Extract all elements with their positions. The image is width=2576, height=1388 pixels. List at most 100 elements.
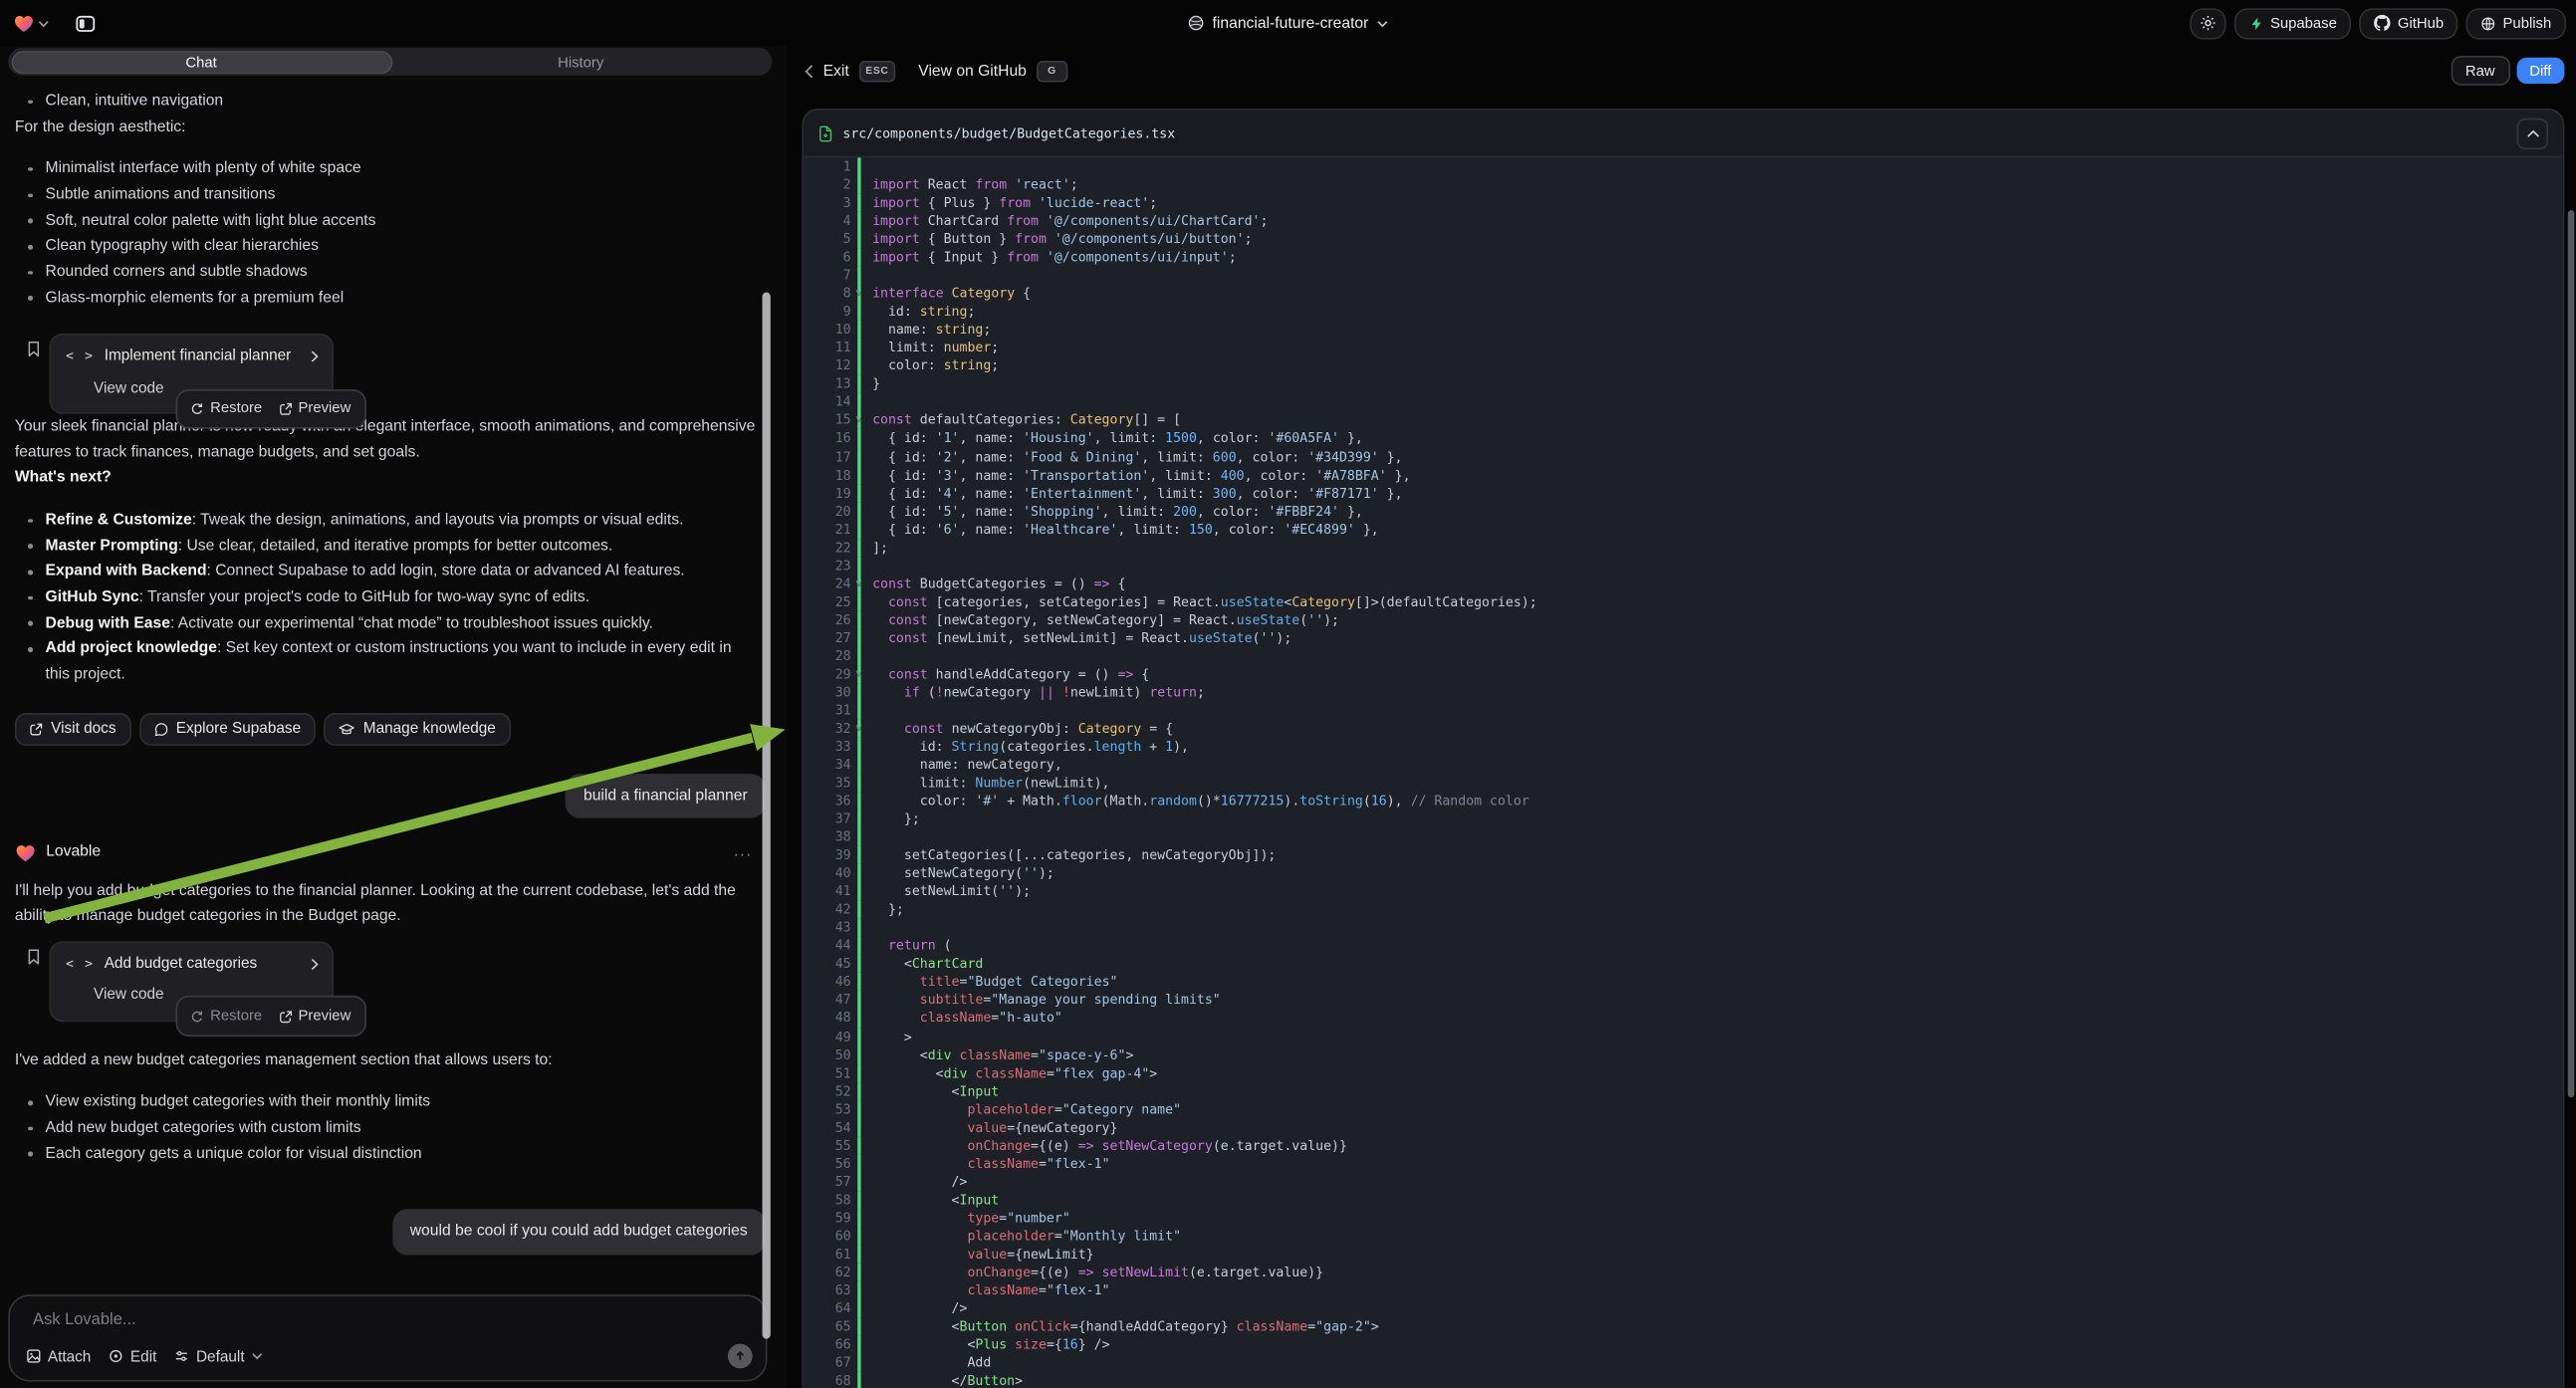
code-line: 43: [804, 919, 2563, 937]
code-line: 45 <ChartCard: [804, 955, 2563, 973]
version-card-button[interactable]: < > Add budget categories View code Rest…: [49, 941, 333, 1022]
code-line: 51 <div className="flex gap-4">: [804, 1063, 2563, 1081]
next-steps-list: Refine & Customize: Tweak the design, an…: [15, 508, 756, 688]
file-header[interactable]: src/components/budget/BudgetCategories.t…: [804, 111, 2563, 158]
line-number: 49: [804, 1028, 857, 1045]
restore-button[interactable]: Restore: [190, 1004, 262, 1030]
line-number: 53: [804, 1100, 857, 1118]
line-number: 46: [804, 973, 857, 991]
code-line: 68 </Button>: [804, 1372, 2563, 1388]
chat-input[interactable]: [30, 1309, 727, 1330]
graduation-cap-icon: [339, 722, 354, 736]
exit-button[interactable]: Exit: [823, 62, 849, 80]
line-number: 34: [804, 756, 857, 774]
line-number: 51: [804, 1063, 857, 1081]
version-card-2: < > Add budget categories View code Rest…: [15, 941, 756, 1022]
whats-next-heading: What's next?: [15, 466, 756, 492]
send-button[interactable]: [728, 1344, 753, 1369]
code-line: 48 className="h-auto": [804, 1010, 2563, 1028]
manage-knowledge-button[interactable]: Manage knowledge: [324, 713, 510, 746]
screen: financial-future-creator Supabase GitHub…: [0, 0, 2576, 1388]
diff-file-card: src/components/budget/BudgetCategories.t…: [802, 109, 2564, 1388]
back-chevron-icon[interactable]: [805, 64, 813, 79]
chat-panel: Chat History Clean, intuitive navigation…: [0, 46, 787, 1388]
tab-chat[interactable]: Chat: [11, 50, 392, 73]
list-item: Clean, intuitive navigation: [15, 89, 756, 115]
line-number: 56: [804, 1154, 857, 1172]
line-number: 48: [804, 1010, 857, 1028]
mode-selector[interactable]: Default: [175, 1348, 263, 1364]
chevron-down-icon: [251, 1352, 263, 1360]
code-line: 47 subtitle="Manage your spending limits…: [804, 992, 2563, 1010]
visit-docs-button[interactable]: Visit docs: [15, 713, 131, 746]
version-card-button[interactable]: < > Implement financial planner View cod…: [49, 335, 333, 415]
line-number: 32∨: [804, 720, 857, 738]
edit-button[interactable]: Edit: [109, 1348, 156, 1364]
fold-chevron-icon[interactable]: ∨: [855, 665, 863, 683]
publish-button[interactable]: Publish: [2466, 7, 2566, 38]
assistant-paragraph: I'll help you add budget categories to t…: [15, 878, 756, 929]
code-line: 30 if (!newCategory || !newLimit) return…: [804, 683, 2563, 701]
assistant-name: Lovable: [46, 840, 101, 866]
assistant-paragraph: I've added a new budget categories manag…: [15, 1047, 756, 1073]
tab-history[interactable]: History: [391, 50, 769, 73]
code-line: 62 onChange={(e) => setNewLimit(e.target…: [804, 1264, 2563, 1281]
code-line: 14: [804, 393, 2563, 411]
version-title: Add budget categories: [105, 951, 301, 977]
attach-button[interactable]: Attach: [26, 1348, 91, 1364]
version-actions: Restore Preview: [176, 996, 366, 1036]
code-line: 65 <Button onClick={handleAddCategory} c…: [804, 1317, 2563, 1335]
chat-composer: Attach Edit Default: [8, 1294, 767, 1381]
external-link-icon: [279, 403, 292, 416]
bookmark-icon[interactable]: [26, 341, 41, 358]
line-number: 36: [804, 792, 857, 810]
code-line: 31: [804, 701, 2563, 719]
collapse-file-button[interactable]: [2517, 117, 2548, 148]
code-icon: < >: [66, 345, 95, 370]
code-line: 12 color: string;: [804, 357, 2563, 375]
settings-button[interactable]: [2190, 7, 2225, 38]
line-number: 1: [804, 157, 857, 175]
line-number: 45: [804, 955, 857, 973]
code-line: 52 <Input: [804, 1082, 2563, 1100]
code-line: 15∨const defaultCategories: Category[] =…: [804, 411, 2563, 429]
line-number: 3: [804, 194, 857, 212]
code-line: 3import { Plus } from 'lucide-react';: [804, 194, 2563, 212]
line-number: 60: [804, 1227, 857, 1245]
list-item: Soft, neutral color palette with light b…: [15, 208, 756, 234]
diff-toggle-button[interactable]: Diff: [2516, 58, 2564, 84]
fold-chevron-icon[interactable]: ∨: [855, 411, 863, 429]
list-item: Expand with Backend: Connect Supabase to…: [15, 559, 756, 584]
external-link-icon: [279, 1010, 292, 1023]
explore-supabase-button[interactable]: Explore Supabase: [139, 713, 316, 746]
fold-chevron-icon[interactable]: ∨: [855, 285, 863, 303]
line-number: 14: [804, 393, 857, 411]
fold-chevron-icon[interactable]: ∨: [855, 720, 863, 738]
restore-button[interactable]: Restore: [190, 396, 262, 422]
design-heading: For the design aesthetic:: [15, 115, 756, 140]
chat-scrollbar[interactable]: [763, 293, 771, 1339]
code-line: 22];: [804, 539, 2563, 557]
code-line: 64 />: [804, 1299, 2563, 1317]
code-line: 66 <Plus size={16} />: [804, 1335, 2563, 1353]
code-scrollbar[interactable]: [2568, 210, 2574, 1097]
github-button[interactable]: GitHub: [2360, 7, 2459, 38]
preview-button[interactable]: Preview: [279, 1004, 351, 1030]
line-number: 65: [804, 1317, 857, 1335]
bookmark-icon[interactable]: [26, 948, 41, 966]
code-line: 18 { id: '3', name: 'Transportation', li…: [804, 466, 2563, 484]
message-menu-button[interactable]: ...: [734, 847, 753, 857]
line-number: 52: [804, 1082, 857, 1100]
code-line: 4import ChartCard from '@/components/ui/…: [804, 212, 2563, 230]
list-item: Debug with Ease: Activate our experiment…: [15, 610, 756, 636]
preview-button[interactable]: Preview: [279, 396, 351, 422]
line-number: 27: [804, 629, 857, 647]
supabase-button[interactable]: Supabase: [2234, 7, 2352, 38]
code-line: 54 value={newCategory}: [804, 1118, 2563, 1136]
code-line: 60 placeholder="Monthly limit": [804, 1227, 2563, 1245]
fold-chevron-icon[interactable]: ∨: [855, 575, 863, 592]
raw-toggle-button[interactable]: Raw: [2451, 56, 2509, 86]
code-line: 5import { Button } from '@/components/ui…: [804, 230, 2563, 248]
code-line: 26 const [newCategory, setNewCategory] =…: [804, 610, 2563, 628]
view-on-github-button[interactable]: View on GitHub: [918, 62, 1027, 80]
